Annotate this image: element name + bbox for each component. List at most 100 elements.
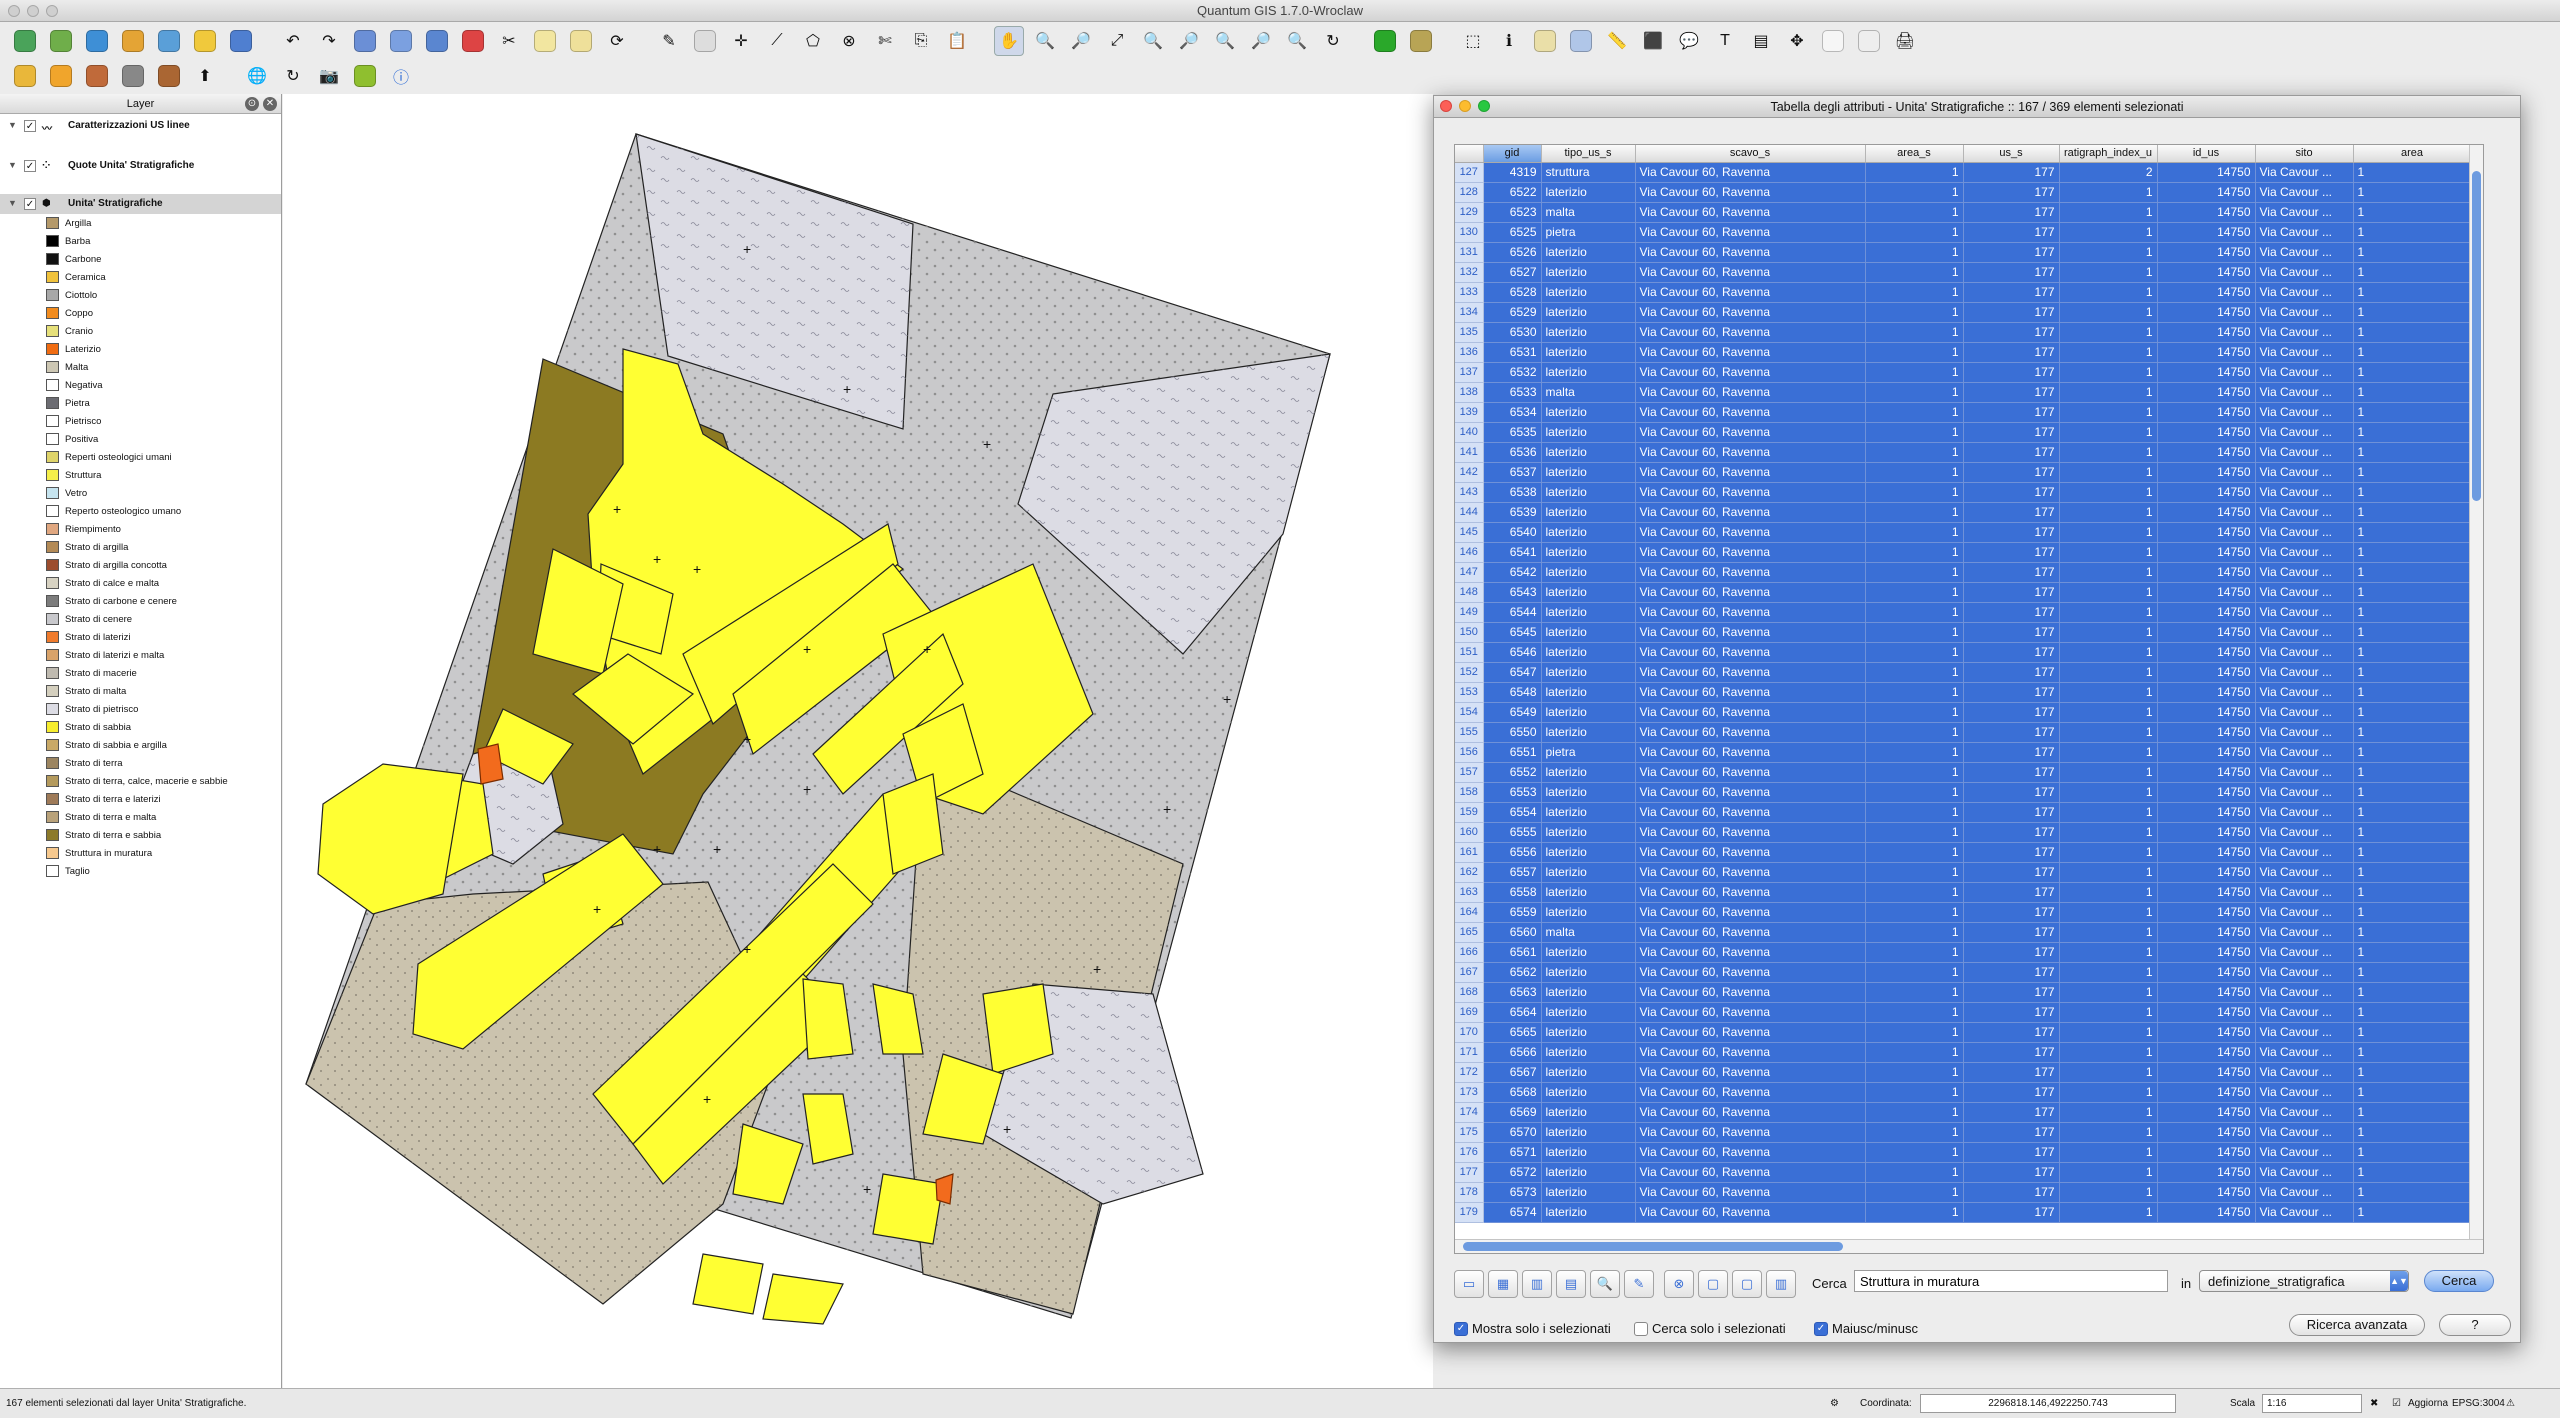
toggle-coordinates-icon[interactable]: ⚙ <box>1830 1398 1839 1409</box>
scavo-cell[interactable]: Via Cavour 60, Ravenna <box>1635 562 1866 583</box>
us-s-cell[interactable]: 177 <box>1963 162 2060 183</box>
id-us-cell[interactable]: 14750 <box>2157 822 2256 843</box>
float-panel-icon[interactable]: ⊙ <box>245 97 259 111</box>
id-us-cell[interactable]: 14750 <box>2157 1142 2256 1163</box>
tipo-cell[interactable]: laterizio <box>1541 1102 1636 1123</box>
table-row[interactable]: 150 6545 laterizio Via Cavour 60, Ravenna 1 1… <box>1455 622 2472 643</box>
area-s-cell[interactable]: 1 <box>1865 442 1964 463</box>
render-checkbox[interactable]: ☑ <box>2392 1398 2401 1409</box>
row-number-cell[interactable]: 151 <box>1455 642 1484 663</box>
tipo-cell[interactable]: laterizio <box>1541 942 1636 963</box>
id-us-cell[interactable]: 14750 <box>2157 762 2256 783</box>
area-cell[interactable]: 1 <box>2353 1062 2472 1083</box>
sito-cell[interactable]: Via Cavour ... <box>2255 1122 2354 1143</box>
gid-cell[interactable]: 6542 <box>1483 562 1542 583</box>
us-s-cell[interactable]: 177 <box>1963 662 2060 683</box>
window-controls[interactable] <box>8 5 58 17</box>
area-s-cell[interactable]: 1 <box>1865 982 1964 1003</box>
tipo-cell[interactable]: laterizio <box>1541 302 1636 323</box>
table-row[interactable]: 179 6574 laterizio Via Cavour 60, Ravenna 1 1… <box>1455 1202 2472 1223</box>
delimited-text-icon[interactable] <box>82 61 112 91</box>
us-s-cell[interactable]: 177 <box>1963 842 2060 863</box>
sito-cell[interactable]: Via Cavour ... <box>2255 282 2354 303</box>
tipo-cell[interactable]: laterizio <box>1541 1142 1636 1163</box>
scavo-cell[interactable]: Via Cavour 60, Ravenna <box>1635 1162 1866 1183</box>
area-cell[interactable]: 1 <box>2353 942 2472 963</box>
us-s-cell[interactable]: 177 <box>1963 362 2060 383</box>
us-s-cell[interactable]: 177 <box>1963 242 2060 263</box>
gid-cell[interactable]: 6544 <box>1483 602 1542 623</box>
strat-index-cell[interactable]: 1 <box>2059 662 2158 683</box>
id-us-cell[interactable]: 14750 <box>2157 742 2256 763</box>
area-cell[interactable]: 1 <box>2353 422 2472 443</box>
us-s-cell[interactable]: 177 <box>1963 402 2060 423</box>
strat-index-cell[interactable]: 1 <box>2059 442 2158 463</box>
copy-features-icon[interactable] <box>530 26 560 56</box>
sito-cell[interactable]: Via Cavour ... <box>2255 1002 2354 1023</box>
map-tips-icon[interactable]: 💬 <box>1674 26 1704 56</box>
row-number-cell[interactable]: 164 <box>1455 902 1484 923</box>
area-cell[interactable]: 1 <box>2353 402 2472 423</box>
area-s-cell[interactable]: 1 <box>1865 1182 1964 1203</box>
area-cell[interactable]: 1 <box>2353 602 2472 623</box>
sito-cell[interactable]: Via Cavour ... <box>2255 982 2354 1003</box>
zoom-next-icon[interactable]: 🔎 <box>1246 26 1276 56</box>
area-s-cell[interactable]: 1 <box>1865 202 1964 223</box>
column-header-tipo_us_s[interactable]: tipo_us_s <box>1541 145 1636 163</box>
scavo-cell[interactable]: Via Cavour 60, Ravenna <box>1635 482 1866 503</box>
row-number-cell[interactable]: 150 <box>1455 622 1484 643</box>
scavo-cell[interactable]: Via Cavour 60, Ravenna <box>1635 542 1866 563</box>
sito-cell[interactable]: Via Cavour ... <box>2255 782 2354 803</box>
tipo-cell[interactable]: laterizio <box>1541 722 1636 743</box>
table-row[interactable]: 169 6564 laterizio Via Cavour 60, Ravenna 1 1… <box>1455 1002 2472 1023</box>
sito-cell[interactable]: Via Cavour ... <box>2255 222 2354 243</box>
row-number-cell[interactable]: 178 <box>1455 1182 1484 1203</box>
zoom-full-icon[interactable]: ⤢ <box>1102 26 1132 56</box>
table-row[interactable]: 159 6554 laterizio Via Cavour 60, Ravenna 1 1… <box>1455 802 2472 823</box>
scavo-cell[interactable]: Via Cavour 60, Ravenna <box>1635 222 1866 243</box>
measure-line-icon[interactable]: 📏 <box>1602 26 1632 56</box>
area-s-cell[interactable]: 1 <box>1865 1102 1964 1123</box>
scavo-cell[interactable]: Via Cavour 60, Ravenna <box>1635 1082 1866 1103</box>
scavo-cell[interactable]: Via Cavour 60, Ravenna <box>1635 1002 1866 1023</box>
us-s-cell[interactable]: 177 <box>1963 702 2060 723</box>
us-s-cell[interactable]: 177 <box>1963 722 2060 743</box>
column-header-id_us[interactable]: id_us <box>2157 145 2256 163</box>
table-row[interactable]: 173 6568 laterizio Via Cavour 60, Ravenna 1 1… <box>1455 1082 2472 1103</box>
us-s-cell[interactable]: 177 <box>1963 482 2060 503</box>
scavo-cell[interactable]: Via Cavour 60, Ravenna <box>1635 922 1866 943</box>
area-cell[interactable]: 1 <box>2353 562 2472 583</box>
row-number-cell[interactable]: 170 <box>1455 1022 1484 1043</box>
deselect-icon[interactable] <box>1530 26 1560 56</box>
table-row[interactable]: 129 6523 malta Via Cavour 60, Ravenna 1 177 1 1… <box>1455 202 2472 223</box>
strat-index-cell[interactable]: 1 <box>2059 862 2158 883</box>
attribute-table-window[interactable]: Tabella degli attributi - Unita' Stratig… <box>1433 95 2521 1343</box>
gid-cell[interactable]: 6535 <box>1483 422 1542 443</box>
scavo-cell[interactable]: Via Cavour 60, Ravenna <box>1635 642 1866 663</box>
table-row[interactable]: 137 6532 laterizio Via Cavour 60, Ravenna 1 1… <box>1455 362 2472 383</box>
table-row[interactable]: 166 6561 laterizio Via Cavour 60, Ravenna 1 1… <box>1455 942 2472 963</box>
row-number-cell[interactable]: 153 <box>1455 682 1484 703</box>
table-row[interactable]: 163 6558 laterizio Via Cavour 60, Ravenna 1 1… <box>1455 882 2472 903</box>
sito-cell[interactable]: Via Cavour ... <box>2255 262 2354 283</box>
scavo-cell[interactable]: Via Cavour 60, Ravenna <box>1635 742 1866 763</box>
table-row[interactable]: 139 6534 laterizio Via Cavour 60, Ravenna 1 1… <box>1455 402 2472 423</box>
area-s-cell[interactable]: 1 <box>1865 302 1964 323</box>
table-row[interactable]: 130 6525 pietra Via Cavour 60, Ravenna 1 177 1… <box>1455 222 2472 243</box>
tipo-cell[interactable]: laterizio <box>1541 402 1636 423</box>
tipo-cell[interactable]: laterizio <box>1541 502 1636 523</box>
area-s-cell[interactable]: 1 <box>1865 1022 1964 1043</box>
zoom-to-selected-button[interactable]: 🔍 <box>1590 1270 1620 1298</box>
strat-index-cell[interactable]: 1 <box>2059 742 2158 763</box>
us-s-cell[interactable]: 177 <box>1963 582 2060 603</box>
tipo-cell[interactable]: malta <box>1541 922 1636 943</box>
pan-map-icon[interactable]: ✋ <box>994 26 1024 56</box>
tipo-cell[interactable]: struttura <box>1541 162 1636 183</box>
gid-cell[interactable]: 6530 <box>1483 322 1542 343</box>
us-s-cell[interactable]: 177 <box>1963 282 2060 303</box>
id-us-cell[interactable]: 14750 <box>2157 582 2256 603</box>
table-row[interactable]: 146 6541 laterizio Via Cavour 60, Ravenna 1 1… <box>1455 542 2472 563</box>
map-quota-marker[interactable]: + <box>983 436 991 452</box>
area-cell[interactable]: 1 <box>2353 702 2472 723</box>
table-row[interactable]: 176 6571 laterizio Via Cavour 60, Ravenna 1 1… <box>1455 1142 2472 1163</box>
